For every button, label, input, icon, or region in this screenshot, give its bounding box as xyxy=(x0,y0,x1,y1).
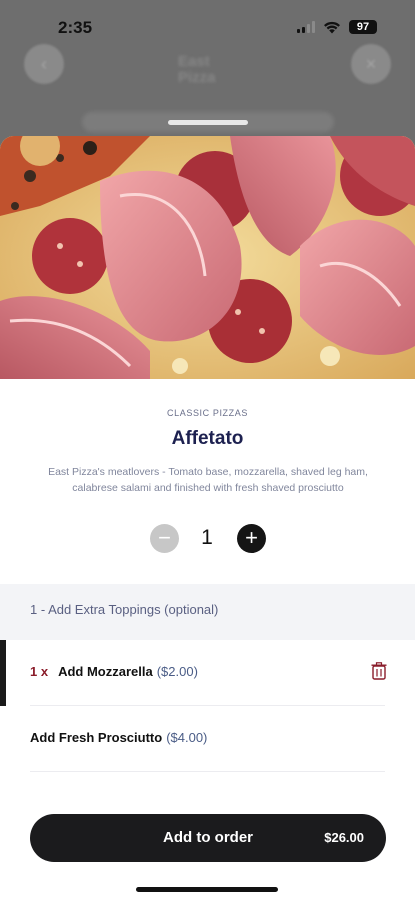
options-section-title: 1 - Add Extra Toppings (optional) xyxy=(30,602,219,617)
product-sheet: CLASSIC PIZZAS Affetato East Pizza's mea… xyxy=(0,136,415,900)
option-label: Add Fresh Prosciutto ($4.00) xyxy=(30,730,207,745)
home-indicator xyxy=(136,887,278,892)
options-section-header: 1 - Add Extra Toppings (optional) xyxy=(0,584,415,640)
option-price: ($2.00) xyxy=(156,664,198,679)
decrease-quantity-button[interactable]: − xyxy=(150,524,179,553)
close-icon: × xyxy=(351,44,391,84)
option-name: Add Mozzarella xyxy=(58,664,153,679)
product-description: East Pizza's meatlovers - Tomato base, m… xyxy=(48,466,368,494)
pizza-photo xyxy=(0,136,415,379)
product-title: Affetato xyxy=(171,428,244,449)
quantity-value: 1 xyxy=(201,526,213,549)
order-total-price: $26.00 xyxy=(324,830,364,845)
add-to-order-button[interactable]: Add to order $26.00 xyxy=(30,814,386,862)
sheet-grabber[interactable] xyxy=(168,120,248,125)
option-count: 1 x xyxy=(30,664,49,679)
option-price: ($4.00) xyxy=(166,730,208,745)
status-icons: 97 xyxy=(297,20,377,34)
quantity-stepper: − 1 + xyxy=(0,524,415,554)
list-bottom-spacer xyxy=(0,772,415,792)
option-name: Add Fresh Prosciutto xyxy=(30,730,163,745)
trash-icon[interactable] xyxy=(371,662,387,680)
wifi-icon xyxy=(324,21,340,33)
status-bar: 2:35 97 xyxy=(0,0,415,50)
back-icon: ‹ xyxy=(24,44,64,84)
product-category: CLASSIC PIZZAS xyxy=(167,408,248,418)
option-add-fresh-prosciutto[interactable]: Add Fresh Prosciutto ($4.00) xyxy=(0,706,415,772)
option-add-mozzarella[interactable]: 1 x Add Mozzarella ($2.00) xyxy=(0,640,415,706)
option-label: 1 x Add Mozzarella ($2.00) xyxy=(30,664,198,679)
signal-icon xyxy=(297,21,315,33)
increase-quantity-button[interactable]: + xyxy=(237,524,266,553)
selected-indicator xyxy=(0,640,6,706)
pizza-photo-graphic xyxy=(0,136,415,379)
battery-icon: 97 xyxy=(349,20,377,34)
background-logo: East Pizza xyxy=(178,53,216,86)
status-time: 2:35 xyxy=(58,18,93,37)
